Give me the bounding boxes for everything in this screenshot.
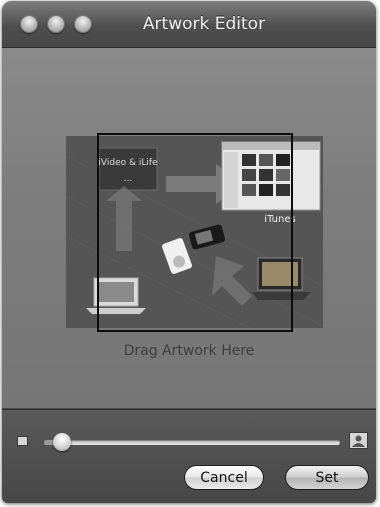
- drag-artwork-label: Drag Artwork Here: [123, 343, 255, 359]
- small-picture-icon: [17, 436, 28, 446]
- title-bar[interactable]: Artwork Editor: [2, 1, 376, 48]
- zoom-slider-thumb[interactable]: [52, 433, 71, 451]
- set-button[interactable]: Set: [285, 465, 369, 490]
- zoom-slider[interactable]: [44, 433, 340, 451]
- cancel-button[interactable]: Cancel: [184, 465, 264, 490]
- window-title: Artwork Editor: [142, 14, 266, 34]
- artwork-drop-area[interactable]: iVideo & iLife ... iTunes Drag Artwork H…: [2, 48, 376, 408]
- large-picture-icon: [349, 432, 368, 449]
- bottom-toolbar: Cancel Set: [2, 409, 376, 503]
- crop-frame[interactable]: [97, 133, 293, 332]
- artwork-editor-window: Artwork Editor iVideo & iLife ... iTunes…: [2, 1, 376, 503]
